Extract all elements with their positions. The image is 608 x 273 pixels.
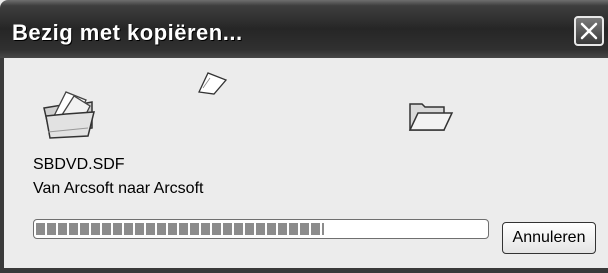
progress-fill — [36, 223, 324, 235]
cancel-button[interactable]: Annuleren — [502, 222, 596, 254]
close-icon — [580, 22, 598, 40]
copy-dialog-window: Bezig met kopiëren... SBDVD.SDF Van Arcs… — [0, 0, 608, 273]
close-button[interactable] — [574, 16, 604, 46]
copy-description-label: Van Arcsoft naar Arcsoft — [33, 180, 204, 197]
window-title: Bezig met kopiëren... — [12, 20, 243, 45]
window-bottom-border — [0, 268, 608, 273]
flying-document-icon — [198, 72, 228, 95]
target-folder-icon — [408, 103, 454, 131]
file-name-label: SBDVD.SDF — [33, 156, 125, 173]
source-folder-icon — [43, 91, 95, 139]
title-bar[interactable]: Bezig met kopiëren... — [0, 0, 608, 58]
copy-progress-bar — [33, 219, 489, 239]
